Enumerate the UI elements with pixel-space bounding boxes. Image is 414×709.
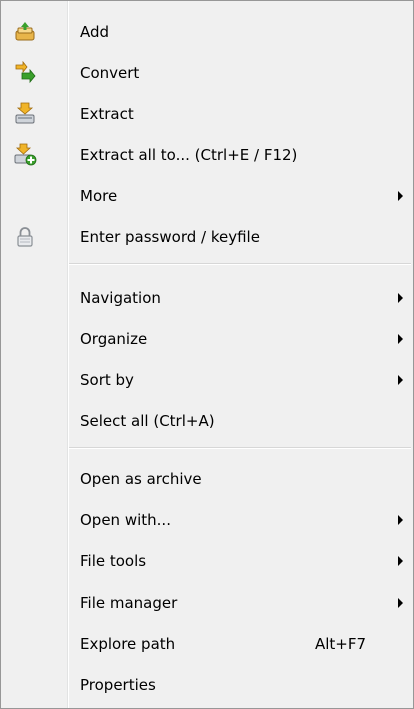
extract-all-icon <box>13 143 37 167</box>
menu-item-label: More <box>80 187 118 205</box>
shortcut-label: Alt+F7 <box>315 635 367 653</box>
menu-item-label: File tools <box>80 552 147 570</box>
menu-item-organize[interactable]: Organize <box>3 319 411 359</box>
submenu-arrow-icon <box>398 293 403 303</box>
menu-item-label: Open with... <box>80 511 171 529</box>
menu-item-label: Convert <box>80 64 140 82</box>
menu-item-add[interactable]: Add <box>3 12 411 52</box>
menu-item-extract[interactable]: Extract <box>3 94 411 134</box>
menu-item-label: Select all (Ctrl+A) <box>80 412 215 430</box>
menu-item-navigation[interactable]: Navigation <box>3 278 411 318</box>
menu-item-convert[interactable]: Convert <box>3 53 411 93</box>
menu-item-open-as-archive[interactable]: Open as archive <box>3 459 411 499</box>
menu-item-extract-all[interactable]: Extract all to... (Ctrl+E / F12) <box>3 135 411 175</box>
submenu-arrow-icon <box>398 515 403 525</box>
menu-item-select-all[interactable]: Select all (Ctrl+A) <box>3 401 411 441</box>
convert-icon <box>13 60 37 85</box>
submenu-arrow-icon <box>398 375 403 385</box>
menu-item-label: Navigation <box>80 289 161 307</box>
menu-item-label: Extract <box>80 105 134 123</box>
menu-item-sort-by[interactable]: Sort by <box>3 360 411 400</box>
menu-item-open-with[interactable]: Open with... <box>3 500 411 540</box>
archive-add-icon <box>13 20 37 44</box>
menu-item-label: Properties <box>80 676 156 694</box>
menu-item-more[interactable]: More <box>3 176 411 216</box>
menu-item-label: Sort by <box>80 371 134 389</box>
menu-item-file-manager[interactable]: File manager <box>3 583 411 623</box>
menu-item-explore-path[interactable]: Explore path Alt+F7 <box>3 624 411 664</box>
menu-separator <box>69 263 411 265</box>
menu-item-properties[interactable]: Properties <box>3 665 411 705</box>
extract-icon <box>13 102 37 126</box>
menu-item-label: File manager <box>80 594 178 612</box>
context-menu: Add Convert Extract Extract all to... (C… <box>0 0 414 709</box>
submenu-arrow-icon <box>398 334 403 344</box>
menu-item-file-tools[interactable]: File tools <box>3 541 411 581</box>
submenu-arrow-icon <box>398 556 403 566</box>
submenu-arrow-icon <box>398 191 403 201</box>
lock-icon <box>13 225 37 249</box>
menu-item-label: Add <box>80 23 110 41</box>
menu-item-label: Organize <box>80 330 148 348</box>
menu-separator <box>69 447 411 449</box>
menu-item-label: Enter password / keyfile <box>80 228 260 246</box>
menu-item-label: Open as archive <box>80 470 202 488</box>
submenu-arrow-icon <box>398 598 403 608</box>
menu-item-enter-password[interactable]: Enter password / keyfile <box>3 217 411 257</box>
menu-item-label: Extract all to... (Ctrl+E / F12) <box>80 146 298 164</box>
menu-item-label: Explore path <box>80 635 176 653</box>
